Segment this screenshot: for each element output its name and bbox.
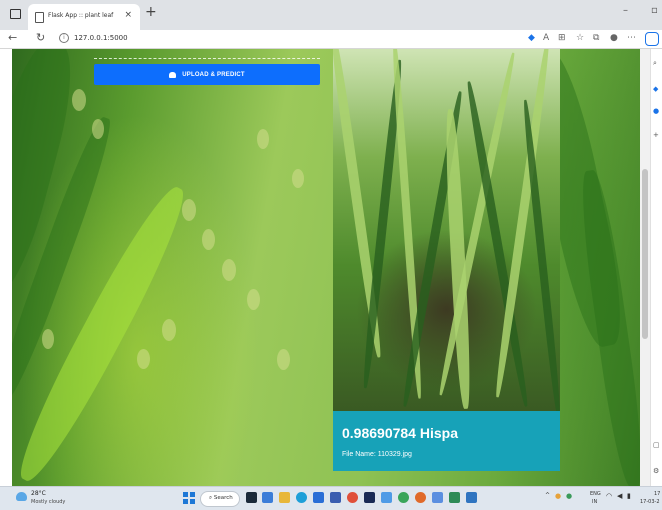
app-icon-orange[interactable] <box>415 492 426 503</box>
prediction-card: 0.98690784 Hispa File Name: 110329.jpg <box>333 49 560 471</box>
upload-button-label: UPLOAD & PREDICT <box>182 71 245 78</box>
more-options-icon[interactable]: ⋯ <box>627 33 636 43</box>
windows-start-icon[interactable] <box>183 492 195 504</box>
clock-date[interactable]: 17-03-2 <box>640 499 660 505</box>
clock-time[interactable]: 17 <box>654 491 660 497</box>
widgets-icon[interactable] <box>262 492 273 503</box>
extension-icon[interactable]: ◆ <box>528 33 535 43</box>
app-icon-green[interactable] <box>398 492 409 503</box>
scrollbar-thumb[interactable] <box>642 169 648 339</box>
prediction-result: 0.98690784 Hispa <box>342 425 458 441</box>
weather-description: Mostly cloudy <box>31 499 66 505</box>
page-background: UPLOAD & PREDICT 0.98690784 Hispa File N… <box>12 49 640 486</box>
edge-browser-icon[interactable] <box>296 492 307 503</box>
mail-icon[interactable] <box>330 492 341 503</box>
apps-icon[interactable]: ⊞ <box>558 33 566 43</box>
upload-dropzone-border <box>94 58 320 59</box>
copilot-icon[interactable] <box>645 32 659 46</box>
page-icon <box>35 12 44 23</box>
app-icon-blue[interactable] <box>381 492 392 503</box>
browser-tab[interactable]: Flask App :: plant leaf × <box>28 4 140 30</box>
collections-icon[interactable]: ⧉ <box>593 33 599 43</box>
app-icon-excel[interactable] <box>449 492 460 503</box>
address-bar: ← ↻ i 127.0.0.1:5000 ◆ A ⊞ ☆ ⧉ ● ⋯ <box>0 30 662 49</box>
refresh-icon[interactable]: ↻ <box>36 31 45 44</box>
tray-app2-icon[interactable]: ● <box>566 492 572 500</box>
restore-icon[interactable]: ▫ <box>651 5 658 16</box>
app-icon-teams[interactable] <box>432 492 443 503</box>
app-icon-red[interactable] <box>347 492 358 503</box>
favorite-star-icon[interactable]: ☆ <box>576 33 584 43</box>
sidebar-layout-icon[interactable]: ▢ <box>653 441 660 449</box>
language-indicator[interactable]: ENG <box>590 491 601 497</box>
shopping-icon[interactable]: ◆ <box>653 85 658 93</box>
tab-title: Flask App :: plant leaf <box>48 12 114 19</box>
site-info-icon[interactable]: i <box>59 33 69 43</box>
url-field[interactable]: 127.0.0.1:5000 <box>74 34 128 42</box>
browser-tab-strip: Flask App :: plant leaf × + – ▫ <box>0 0 662 30</box>
file-name-label: File Name: 110329.jpg <box>342 451 412 458</box>
upload-predict-button[interactable]: UPLOAD & PREDICT <box>94 64 320 85</box>
back-arrow-icon[interactable]: ← <box>8 31 17 44</box>
tray-app-icon[interactable]: ● <box>555 492 561 500</box>
profile-icon[interactable]: ● <box>610 33 618 43</box>
read-aloud-icon[interactable]: A <box>543 33 549 43</box>
page-scrollbar[interactable] <box>640 49 650 486</box>
prediction-result-panel: 0.98690784 Hispa File Name: 110329.jpg <box>333 411 560 471</box>
weather-cloud-icon[interactable] <box>16 492 27 501</box>
wifi-icon[interactable]: ◠ <box>606 492 612 500</box>
tray-overflow-icon[interactable]: ^ <box>545 492 550 499</box>
volume-icon[interactable]: ◀ <box>617 492 622 500</box>
app-icon-dark[interactable] <box>364 492 375 503</box>
uploaded-leaf-image <box>333 49 560 411</box>
task-view-icon[interactable] <box>246 492 257 503</box>
tools-icon[interactable]: ● <box>653 107 659 115</box>
taskbar-search[interactable]: ⌕ Search <box>200 491 240 507</box>
sidebar-settings-icon[interactable]: ⚙ <box>653 467 659 475</box>
language-region[interactable]: IN <box>592 499 597 505</box>
store-icon[interactable] <box>313 492 324 503</box>
new-tab-button[interactable]: + <box>145 4 157 20</box>
add-sidebar-icon[interactable]: + <box>653 131 659 139</box>
edge-sidebar: ⌕ ◆ ● + ▢ ⚙ <box>650 49 662 486</box>
minimize-button[interactable]: – <box>623 5 628 16</box>
tab-actions-icon[interactable] <box>10 9 21 19</box>
battery-icon[interactable]: ▮ <box>627 492 631 500</box>
weather-temperature: 28°C <box>31 490 46 497</box>
cloud-upload-icon <box>169 71 177 78</box>
taskbar-search-label: ⌕ Search <box>209 495 233 501</box>
vscode-icon[interactable] <box>466 492 477 503</box>
tab-close-icon[interactable]: × <box>124 10 132 20</box>
search-icon[interactable]: ⌕ <box>653 59 657 68</box>
windows-taskbar: 28°C Mostly cloudy ⌕ Search ^ ● ● ENG IN… <box>0 486 662 510</box>
file-explorer-icon[interactable] <box>279 492 290 503</box>
